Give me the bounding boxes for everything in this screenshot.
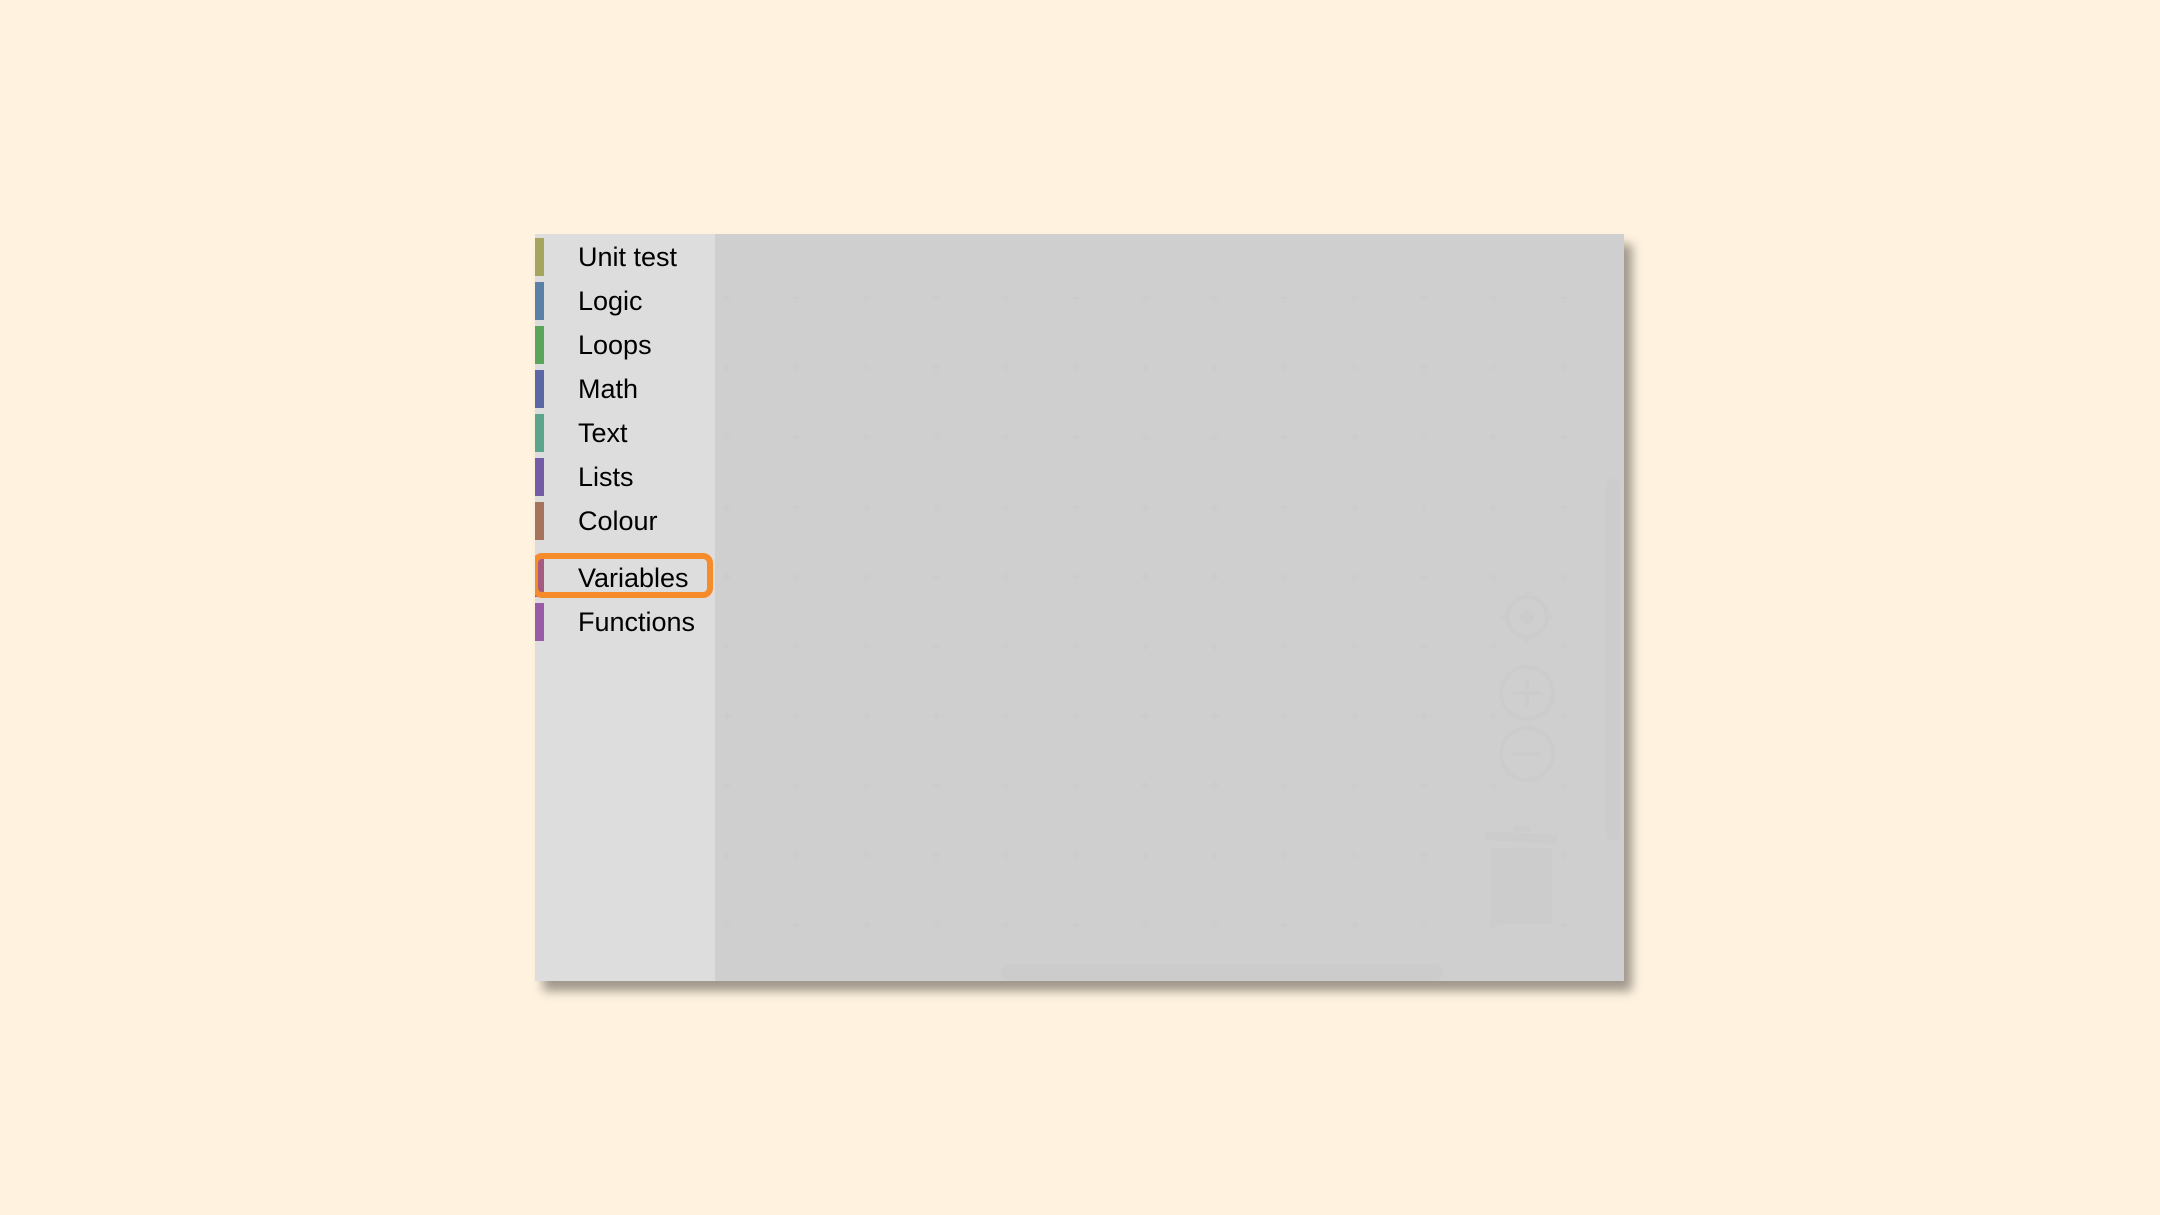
- category-color-stripe: [535, 603, 544, 641]
- category-color-stripe: [535, 502, 544, 540]
- toolbox-category-loops[interactable]: Loops: [535, 324, 715, 366]
- toolbox-category-colour[interactable]: Colour: [535, 500, 715, 542]
- category-color-stripe: [535, 414, 544, 452]
- category-label: Functions: [578, 607, 696, 637]
- category-color-stripe: [535, 458, 544, 496]
- toolbox-category-text[interactable]: Text: [535, 412, 715, 454]
- target-icon[interactable]: [1499, 589, 1555, 645]
- toolbox: Unit test Logic Loops Math Text Lists Colour Va…: [535, 234, 715, 981]
- toolbox-category-unit-test[interactable]: Unit test: [535, 236, 715, 278]
- category-label: Loops: [578, 330, 652, 360]
- zoom-out-icon[interactable]: [1499, 726, 1555, 782]
- zoom-in-icon[interactable]: [1499, 665, 1555, 721]
- category-label: Text: [578, 418, 628, 448]
- category-label: Math: [578, 374, 639, 404]
- category-label: Unit test: [578, 242, 678, 272]
- category-label: Lists: [578, 462, 634, 492]
- category-color-stripe: [535, 370, 544, 408]
- workspace-canvas[interactable]: [715, 234, 1624, 981]
- toolbox-category-functions[interactable]: Functions: [535, 601, 715, 643]
- category-color-stripe: [535, 326, 544, 364]
- category-color-stripe: [535, 238, 544, 276]
- category-label: Variables: [578, 563, 689, 593]
- trash-can-icon[interactable]: [1483, 824, 1559, 926]
- category-color-stripe: [535, 559, 544, 597]
- toolbox-category-variables[interactable]: Variables: [535, 553, 715, 599]
- toolbox-category-math[interactable]: Math: [535, 368, 715, 410]
- toolbox-category-lists[interactable]: Lists: [535, 456, 715, 498]
- blockly-workspace: Unit test Logic Loops Math Text Lists Colour Va…: [535, 234, 1624, 981]
- category-label: Colour: [578, 506, 658, 536]
- horizontal-scrollbar[interactable]: [1001, 964, 1443, 981]
- vertical-scrollbar[interactable]: [1606, 479, 1620, 841]
- toolbox-category-logic[interactable]: Logic: [535, 280, 715, 322]
- category-label: Logic: [578, 286, 643, 316]
- category-color-stripe: [535, 282, 544, 320]
